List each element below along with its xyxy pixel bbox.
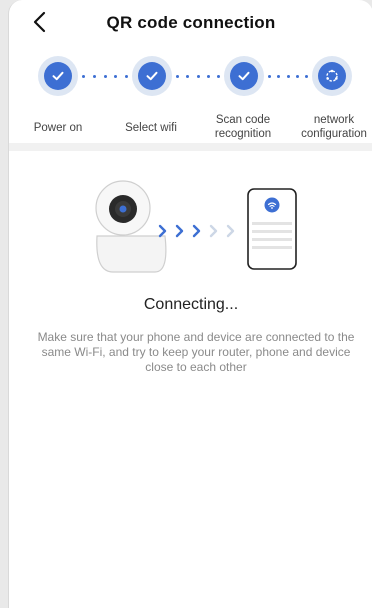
connection-hint: Make sure that your phone and device are… <box>37 330 355 374</box>
section-divider <box>9 143 372 151</box>
step-4-circle <box>312 56 352 96</box>
checkmark-icon <box>146 71 158 81</box>
app-screen: QR code connection Power on Select wifi … <box>8 0 372 608</box>
checkmark-icon <box>238 71 250 81</box>
step-2-label: Select wifi <box>125 122 177 134</box>
step-2-circle <box>132 56 172 96</box>
connector-dots-2 <box>176 75 220 79</box>
spinner-icon <box>326 69 338 82</box>
step-3-label: Scan code recognition <box>214 114 272 140</box>
step-4-label: network configuration <box>301 114 367 140</box>
connector-dots-1 <box>82 75 128 79</box>
transfer-arrows-icon <box>158 224 235 238</box>
connecting-status: Connecting... <box>143 296 239 313</box>
step-1-label: Power on <box>33 122 83 134</box>
connection-illustration <box>95 180 297 273</box>
checkmark-icon <box>52 71 64 81</box>
step-1-circle <box>38 56 78 96</box>
progress-steps: Power on Select wifi Scan code recogniti… <box>9 48 372 143</box>
step-3-circle <box>224 56 264 96</box>
header: QR code connection <box>9 0 372 48</box>
page-title: QR code connection <box>106 13 276 32</box>
camera-icon <box>95 180 167 273</box>
phone-icon <box>247 188 297 270</box>
connector-dots-3 <box>268 75 308 79</box>
